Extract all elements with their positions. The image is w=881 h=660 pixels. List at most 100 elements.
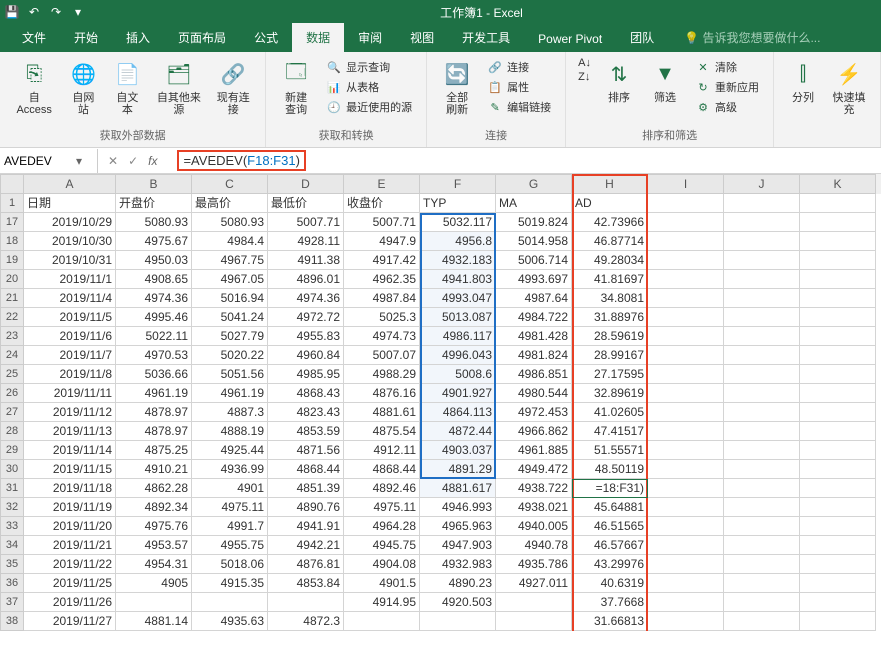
cell-J24[interactable] <box>724 346 800 365</box>
cell-J19[interactable] <box>724 251 800 270</box>
cell-K36[interactable] <box>800 574 876 593</box>
cell-J28[interactable] <box>724 422 800 441</box>
cell-C19[interactable]: 4967.75 <box>192 251 268 270</box>
cell-E36[interactable]: 4901.5 <box>344 574 420 593</box>
cell-A25[interactable]: 2019/11/8 <box>24 365 116 384</box>
cell-A36[interactable]: 2019/11/25 <box>24 574 116 593</box>
cell-G35[interactable]: 4935.786 <box>496 555 572 574</box>
cell-K37[interactable] <box>800 593 876 612</box>
cell-A29[interactable]: 2019/11/14 <box>24 441 116 460</box>
cell-F36[interactable]: 4890.23 <box>420 574 496 593</box>
cell-D31[interactable]: 4851.39 <box>268 479 344 498</box>
cell-F32[interactable]: 4946.993 <box>420 498 496 517</box>
cell-C26[interactable]: 4961.19 <box>192 384 268 403</box>
col-header-I[interactable]: I <box>648 174 724 194</box>
row-header-1[interactable]: 1 <box>0 194 24 213</box>
cell-D36[interactable]: 4853.84 <box>268 574 344 593</box>
cell-D30[interactable]: 4868.44 <box>268 460 344 479</box>
cell-G38[interactable] <box>496 612 572 631</box>
cell-B30[interactable]: 4910.21 <box>116 460 192 479</box>
cell-A19[interactable]: 2019/10/31 <box>24 251 116 270</box>
cell-F31[interactable]: 4881.617 <box>420 479 496 498</box>
cell-B34[interactable]: 4953.57 <box>116 536 192 555</box>
save-icon[interactable]: 💾 <box>4 4 20 20</box>
cell-C37[interactable] <box>192 593 268 612</box>
refresh-all-button[interactable]: 🔄 全部刷新 <box>435 56 479 118</box>
cell-E17[interactable]: 5007.71 <box>344 213 420 232</box>
cell-C27[interactable]: 4887.3 <box>192 403 268 422</box>
cell-A24[interactable]: 2019/11/7 <box>24 346 116 365</box>
cell-I24[interactable] <box>648 346 724 365</box>
cell-I18[interactable] <box>648 232 724 251</box>
从表格-button[interactable]: 📊从表格 <box>322 78 416 96</box>
cell-E1[interactable]: 收盘价 <box>344 194 420 213</box>
cell-H37[interactable]: 37.7668 <box>572 593 648 612</box>
cell-C35[interactable]: 5018.06 <box>192 555 268 574</box>
cell-A38[interactable]: 2019/11/27 <box>24 612 116 631</box>
cell-C29[interactable]: 4925.44 <box>192 441 268 460</box>
cell-E23[interactable]: 4974.73 <box>344 327 420 346</box>
cell-J36[interactable] <box>724 574 800 593</box>
cell-K34[interactable] <box>800 536 876 555</box>
enter-icon[interactable]: ✓ <box>128 154 138 168</box>
row-header-24[interactable]: 24 <box>0 346 24 365</box>
row-header-37[interactable]: 37 <box>0 593 24 612</box>
cell-D25[interactable]: 4985.95 <box>268 365 344 384</box>
cell-G17[interactable]: 5019.824 <box>496 213 572 232</box>
cell-B25[interactable]: 5036.66 <box>116 365 192 384</box>
cell-K17[interactable] <box>800 213 876 232</box>
cell-I23[interactable] <box>648 327 724 346</box>
cell-G25[interactable]: 4986.851 <box>496 365 572 384</box>
cell-J18[interactable] <box>724 232 800 251</box>
cell-G30[interactable]: 4949.472 <box>496 460 572 479</box>
cell-I20[interactable] <box>648 270 724 289</box>
tab-开发工具[interactable]: 开发工具 <box>448 23 524 52</box>
cell-B37[interactable] <box>116 593 192 612</box>
高级-button[interactable]: ⚙高级 <box>691 98 763 116</box>
cell-E27[interactable]: 4881.61 <box>344 403 420 422</box>
cell-B33[interactable]: 4975.76 <box>116 517 192 536</box>
cell-G31[interactable]: 4938.722 <box>496 479 572 498</box>
cell-F20[interactable]: 4941.803 <box>420 270 496 289</box>
cell-I19[interactable] <box>648 251 724 270</box>
filter-button[interactable]: ▼ 筛选 <box>643 56 687 106</box>
row-header-34[interactable]: 34 <box>0 536 24 555</box>
tab-视图[interactable]: 视图 <box>396 23 448 52</box>
col-header-C[interactable]: C <box>192 174 268 194</box>
col-header-D[interactable]: D <box>268 174 344 194</box>
cell-D17[interactable]: 5007.71 <box>268 213 344 232</box>
cell-D35[interactable]: 4876.81 <box>268 555 344 574</box>
cell-G20[interactable]: 4993.697 <box>496 270 572 289</box>
cell-H33[interactable]: 46.51565 <box>572 517 648 536</box>
cell-K35[interactable] <box>800 555 876 574</box>
cell-D27[interactable]: 4823.43 <box>268 403 344 422</box>
customize-qat-icon[interactable]: ▾ <box>70 4 86 20</box>
cell-F24[interactable]: 4996.043 <box>420 346 496 365</box>
cell-B1[interactable]: 开盘价 <box>116 194 192 213</box>
cell-H35[interactable]: 43.29976 <box>572 555 648 574</box>
cell-H21[interactable]: 34.8081 <box>572 289 648 308</box>
cell-C30[interactable]: 4936.99 <box>192 460 268 479</box>
cell-F28[interactable]: 4872.44 <box>420 422 496 441</box>
cell-H34[interactable]: 46.57667 <box>572 536 648 555</box>
tab-Power Pivot[interactable]: Power Pivot <box>524 26 616 52</box>
row-header-19[interactable]: 19 <box>0 251 24 270</box>
cell-G21[interactable]: 4987.64 <box>496 289 572 308</box>
col-header-H[interactable]: H <box>572 174 648 194</box>
cell-A22[interactable]: 2019/11/5 <box>24 308 116 327</box>
cell-I22[interactable] <box>648 308 724 327</box>
cell-H23[interactable]: 28.59619 <box>572 327 648 346</box>
cell-C33[interactable]: 4991.7 <box>192 517 268 536</box>
最近使用的源-button[interactable]: 🕘最近使用的源 <box>322 98 416 116</box>
分列-button[interactable]: ⫿分列 <box>782 56 824 106</box>
cell-H19[interactable]: 49.28034 <box>572 251 648 270</box>
cell-A18[interactable]: 2019/10/30 <box>24 232 116 251</box>
cell-D32[interactable]: 4890.76 <box>268 498 344 517</box>
cell-B31[interactable]: 4862.28 <box>116 479 192 498</box>
快速填充-button[interactable]: ⚡快速填充 <box>826 56 872 118</box>
cell-K30[interactable] <box>800 460 876 479</box>
cell-C21[interactable]: 5016.94 <box>192 289 268 308</box>
cell-J27[interactable] <box>724 403 800 422</box>
cell-E37[interactable]: 4914.95 <box>344 593 420 612</box>
new-query-button[interactable]: 🗔 新建 查询 <box>274 56 318 118</box>
